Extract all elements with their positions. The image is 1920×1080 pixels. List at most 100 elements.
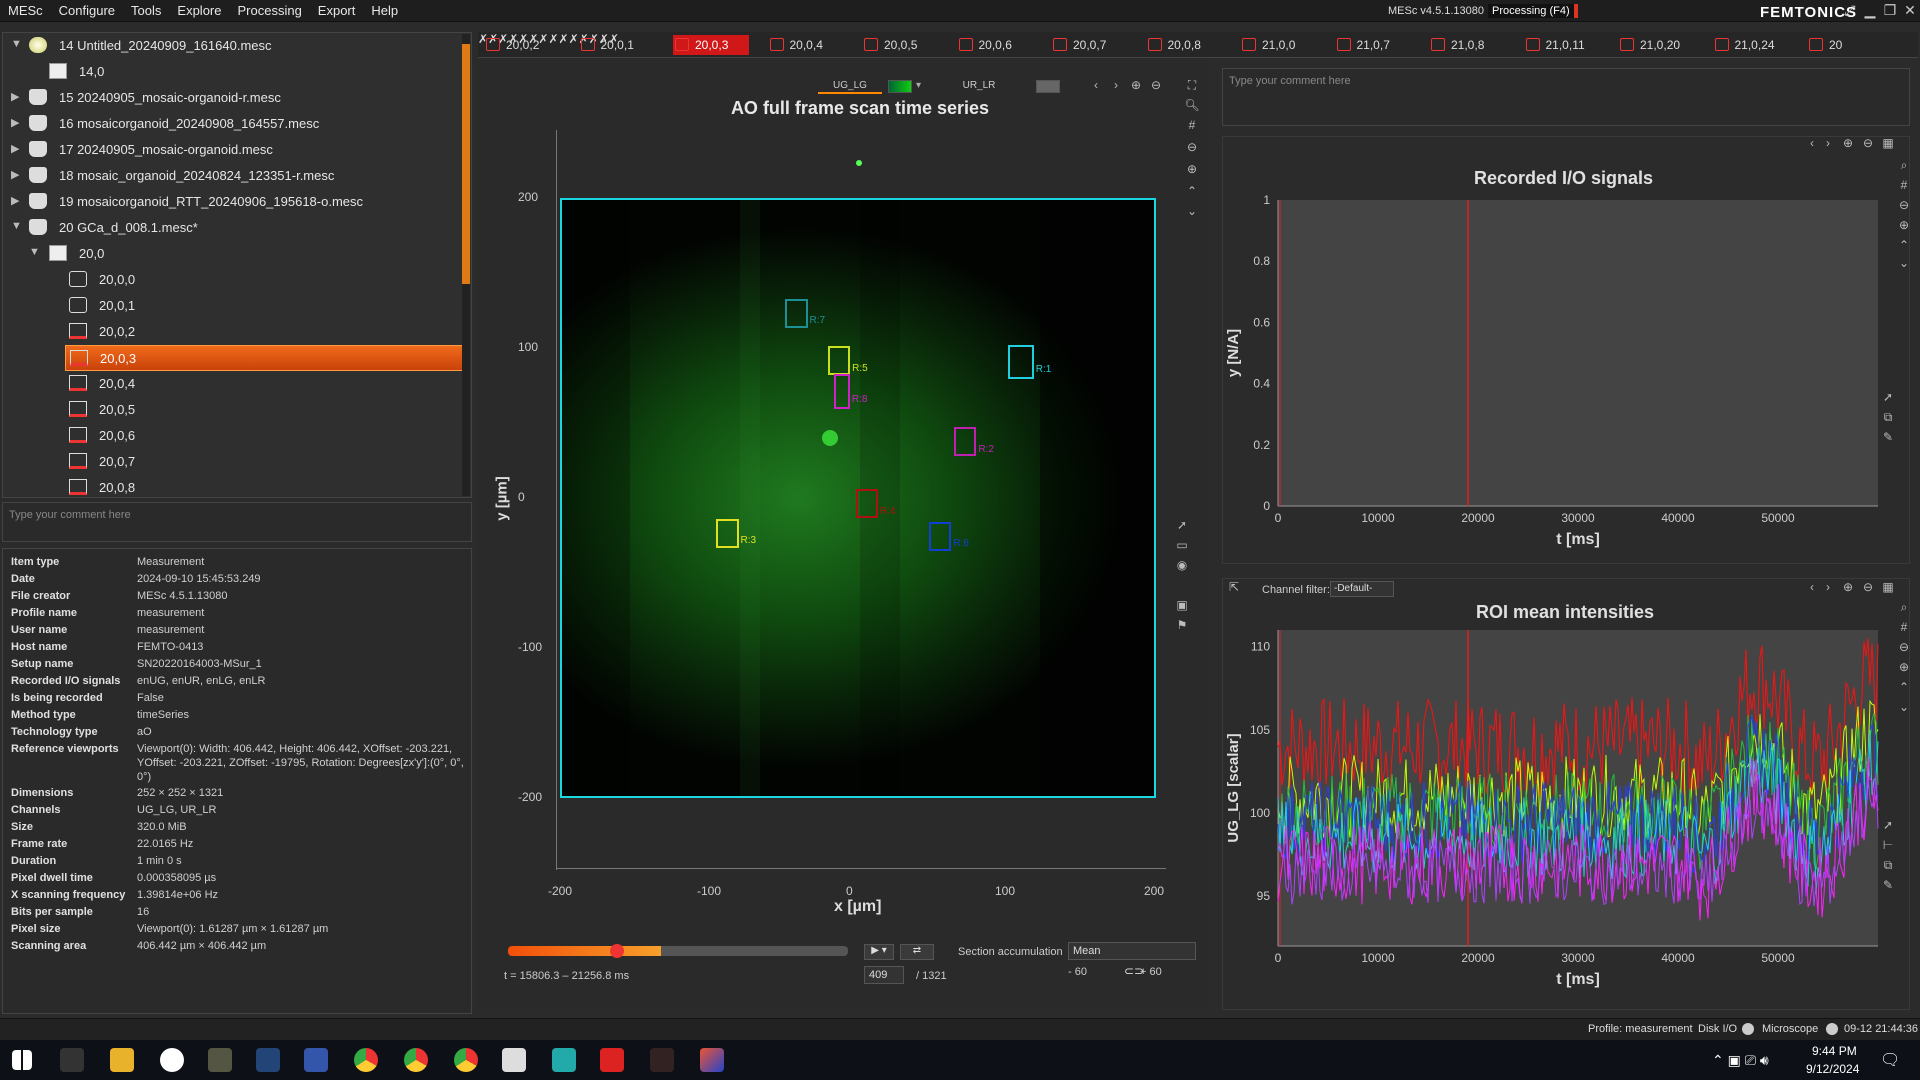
tree-item[interactable]: 20,0,1 — [3, 293, 461, 319]
matlab-icon[interactable] — [700, 1048, 724, 1072]
time-slider[interactable] — [508, 946, 848, 956]
tree-item[interactable]: ▼ 20,0 — [3, 241, 461, 267]
grid-icon[interactable]: # — [1896, 178, 1912, 194]
zoom-in-icon[interactable]: ⊕ — [1128, 78, 1144, 94]
menu-help[interactable]: Help — [363, 0, 406, 18]
pointer-icon[interactable]: ➚ — [1174, 518, 1190, 534]
tree-item[interactable]: 20,0,2 — [3, 319, 461, 345]
tree-item[interactable]: ▼ 20 GCa_d_008.1.mesc* — [3, 215, 461, 241]
chevron-down-icon[interactable]: ▼ — [29, 246, 40, 258]
tree-item[interactable]: 20,0,8 — [3, 475, 461, 501]
chevron-up-icon[interactable]: ⌃ — [1896, 680, 1912, 696]
tree-item[interactable]: ▶ 17 20240905_mosaic-organoid.mesc — [3, 137, 461, 163]
prev-icon[interactable]: ‹ — [1088, 78, 1104, 94]
tree-item[interactable]: 20,0,4 — [3, 371, 461, 397]
layout-icon[interactable]: ▦ — [1880, 580, 1896, 596]
close-tab-icon[interactable]: ✗ — [559, 32, 569, 46]
prev-icon[interactable]: ‹ — [1804, 580, 1820, 596]
link-icon[interactable]: ⊂⊃ — [1124, 964, 1144, 978]
loop-button[interactable]: ⇄ — [900, 944, 934, 960]
next-icon[interactable]: › — [1820, 136, 1836, 152]
io-plot[interactable]: 0 10000 20000 30000 40000 50000 1 0.8 0.6 0.4 0.2 0… — [1222, 136, 1910, 564]
channel-ug-lg[interactable]: UG_LG — [818, 80, 882, 94]
task-view-icon[interactable] — [60, 1048, 84, 1072]
tab-20[interactable]: 20 — [1807, 35, 1883, 55]
copy-icon[interactable]: ⧉ — [1880, 858, 1896, 874]
chevron-down-icon[interactable]: ▼ — [11, 38, 22, 50]
next-icon[interactable]: › — [1108, 78, 1124, 94]
menu-mesc[interactable]: MESc — [0, 0, 51, 18]
zoom-in-icon[interactable]: ⊕ — [1840, 580, 1856, 596]
tree-item[interactable]: ▶ 16 mosaicorganoid_20240908_164557.mesc — [3, 111, 461, 137]
export-icon[interactable]: ⇱ — [1226, 580, 1242, 596]
tab-20-0-4[interactable]: 20,0,4 — [768, 35, 844, 55]
zoom-in-icon[interactable]: ⊕ — [1896, 660, 1912, 676]
roi-R-8[interactable] — [833, 373, 850, 410]
menu-configure[interactable]: Configure — [51, 0, 123, 18]
processing-badge[interactable]: Processing (F4) — [1488, 4, 1578, 18]
accumulation-mode-select[interactable]: Mean — [1068, 942, 1196, 960]
teamviewer-icon[interactable] — [160, 1048, 184, 1072]
menu-explore[interactable]: Explore — [169, 0, 229, 18]
chevron-right-icon[interactable]: ▶ — [11, 168, 19, 181]
tab-21-0-7[interactable]: 21,0,7 — [1335, 35, 1411, 55]
zoom-icon[interactable]: ⌕ — [1896, 158, 1912, 174]
chevron-right-icon[interactable]: ▶ — [11, 90, 19, 103]
tree-item[interactable]: 14,0 — [3, 59, 461, 85]
chevron-up-icon[interactable]: ⌃ — [1896, 238, 1912, 254]
chevron-right-icon[interactable]: ▶ — [11, 142, 19, 155]
cursor-tool-icon[interactable]: ⊢ — [1880, 838, 1896, 854]
pen-icon[interactable]: ✎ — [1880, 430, 1896, 446]
tree-scroll-thumb[interactable] — [462, 44, 470, 284]
app-icon[interactable] — [502, 1048, 526, 1072]
zoom-out-icon[interactable]: ⊖ — [1896, 640, 1912, 656]
tab-20-0-7[interactable]: 20,0,7 — [1051, 35, 1127, 55]
zoom-in-icon[interactable]: ⊕ — [1840, 136, 1856, 152]
tree-item[interactable]: ▶ 18 mosaic_organoid_20240824_123351-r.me… — [3, 163, 461, 189]
tree-item[interactable]: 20,0,7 — [3, 449, 461, 475]
mesc-icon[interactable] — [600, 1048, 624, 1072]
file-explorer-icon[interactable] — [110, 1048, 134, 1072]
tab-20-0-5[interactable]: 20,0,5 — [862, 35, 938, 55]
tab-20-0-2[interactable]: 20,0,2 — [484, 35, 560, 55]
zoom-in-icon[interactable]: ⊕ — [1184, 162, 1200, 178]
zoom-out-icon[interactable]: ⊖ — [1184, 140, 1200, 156]
minimize-icon[interactable]: ▁ — [1860, 2, 1880, 20]
tab-20-0-6[interactable]: 20,0,6 — [957, 35, 1033, 55]
tab-21-0-0[interactable]: 21,0,0 — [1240, 35, 1316, 55]
chevron-down-icon[interactable]: ⌄ — [1896, 256, 1912, 272]
accumulation-minus[interactable]: - 60 — [1068, 966, 1087, 978]
roi-plot[interactable]: 0 10000 20000 30000 40000 50000 110 105 100 95 t [… — [1222, 578, 1910, 1010]
flag-icon[interactable]: ⚑ — [1174, 618, 1190, 634]
app-icon[interactable] — [256, 1048, 280, 1072]
tab-21-0-20[interactable]: 21,0,20 — [1618, 35, 1694, 55]
prev-icon[interactable]: ‹ — [1804, 136, 1820, 152]
tab-20-0-3[interactable]: 20,0,3 — [673, 35, 749, 55]
tray-icons[interactable]: ⌃ ▣ ⎚ 🔊︎ — [1712, 1052, 1769, 1069]
chrome-icon[interactable] — [354, 1048, 378, 1072]
pointer-icon[interactable]: ➚ — [1880, 390, 1896, 406]
restore-icon[interactable]: ⤢ — [1840, 2, 1860, 20]
notifications-icon[interactable]: 🗨︎ — [1880, 1050, 1900, 1070]
comment-field-right[interactable]: Type your comment here — [1222, 68, 1910, 126]
chrome-icon[interactable] — [454, 1048, 478, 1072]
zoom-out-icon[interactable]: ⊖ — [1860, 136, 1876, 152]
roi-R-7[interactable] — [785, 298, 808, 328]
tab-21-0-11[interactable]: 21,0,11 — [1524, 35, 1600, 55]
zoom-icon[interactable]: ⌕ — [1896, 600, 1912, 616]
zoom-in-icon[interactable]: ⊕ — [1896, 218, 1912, 234]
roi-R-1[interactable] — [1008, 345, 1034, 379]
tree-item[interactable]: ▶ 19 mosaicorganoid_RTT_20240906_195618-o… — [3, 189, 461, 215]
fit-icon[interactable]: ⛶ — [1184, 78, 1200, 94]
play-button[interactable]: ▶ ▾ — [864, 944, 894, 960]
tree-item[interactable]: ▼ 14 Untitled_20240909_161640.mesc — [3, 33, 461, 59]
close-tab-icon[interactable]: ✗ — [569, 32, 579, 46]
app-icon[interactable] — [208, 1048, 232, 1072]
tab-20-0-1[interactable]: 20,0,1 — [579, 35, 655, 55]
pointer-icon[interactable]: ➚ — [1880, 818, 1896, 834]
chevron-down-icon[interactable]: ⌄ — [1896, 700, 1912, 716]
rectangle-tool-icon[interactable]: ▭ — [1174, 538, 1190, 554]
roi-R-5[interactable] — [827, 346, 851, 376]
zoom-out-icon[interactable]: ⊖ — [1860, 580, 1876, 596]
menu-export[interactable]: Export — [310, 0, 364, 18]
